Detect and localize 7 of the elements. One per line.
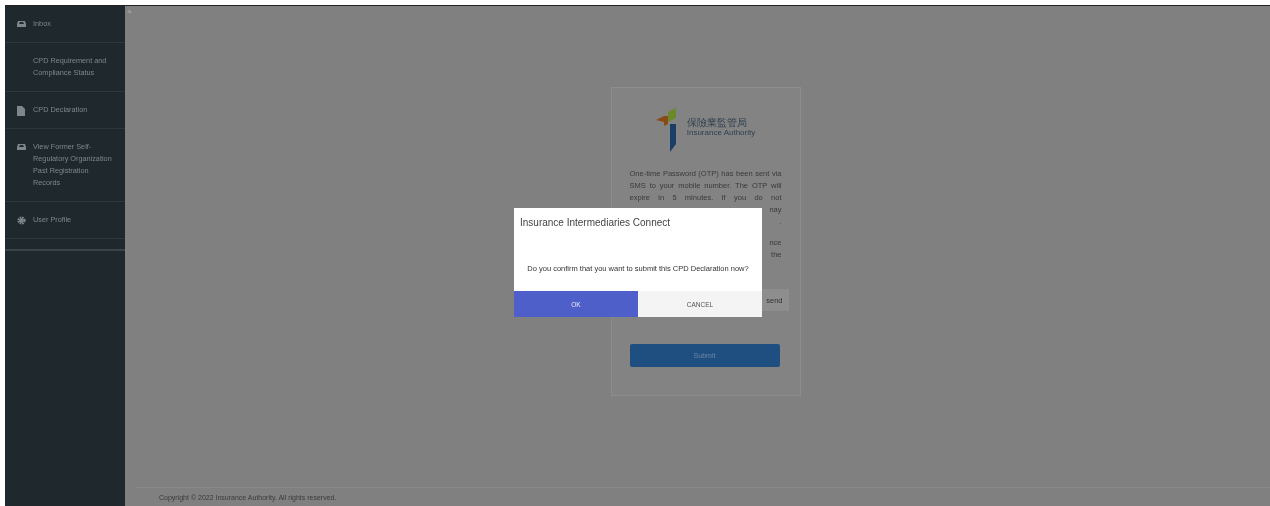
gear-icon xyxy=(16,216,26,225)
dialog-title: Insurance Intermediaries Connect xyxy=(519,216,672,230)
logo-chinese-text: 保險業監管局 xyxy=(686,117,748,128)
inbox-icon xyxy=(16,143,26,151)
document-icon xyxy=(17,106,25,116)
inbox-icon xyxy=(16,20,26,28)
logo-english-text: Insurance Authority xyxy=(686,128,756,138)
